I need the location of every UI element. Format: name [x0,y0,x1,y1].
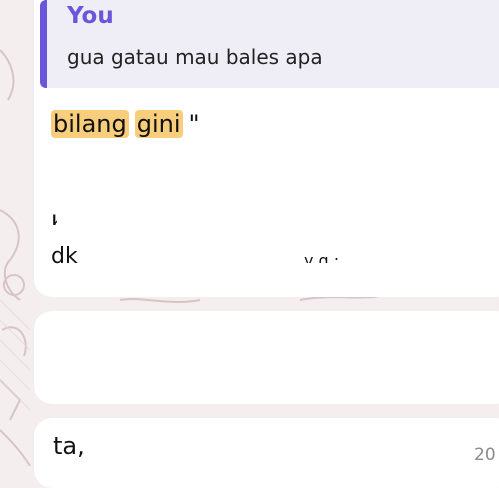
reply-author: You [67,3,114,29]
highlighted-word: bilang [51,110,129,138]
message-text-line: bilang gini " [51,110,200,138]
message-text-fragment: " [188,110,200,138]
message-bubble[interactable]: You gua gatau mau bales apa bilang gini … [34,0,499,297]
redacted-text-fragment: y g ; [304,251,340,263]
reply-accent-bar [40,0,47,88]
redacted-text-fragment: ta, [53,432,85,460]
reply-text: gua gatau mau bales apa [67,45,323,69]
message-bubble[interactable]: . [34,311,499,404]
message-bubble[interactable]: ta, 20 [34,418,499,488]
reply-quote[interactable]: You gua gatau mau bales apa [40,0,499,88]
highlighted-word: gini [134,110,183,138]
redacted-text-fragment: dk [51,244,78,264]
redacted-text-fragment: . [64,325,70,335]
message-timestamp: 20 [474,445,496,465]
redacted-text-fragment: h [51,211,57,225]
